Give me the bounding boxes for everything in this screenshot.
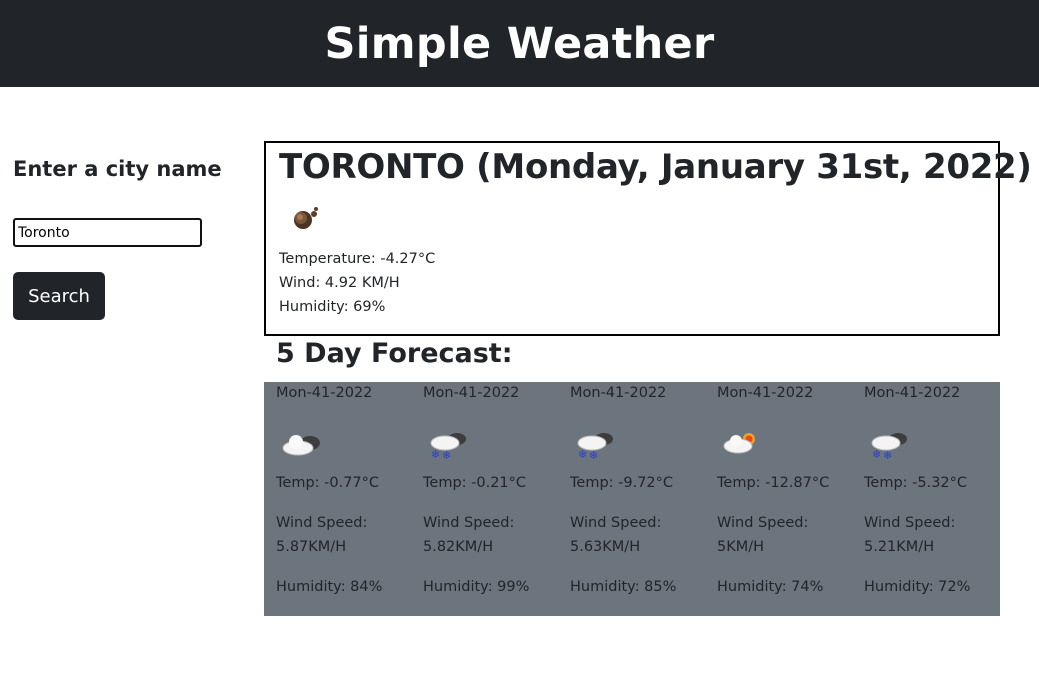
forecast-temp: Temp: -0.77°C: [276, 475, 380, 491]
svg-text:❄: ❄: [431, 448, 440, 460]
forecast-wind-label: Wind Speed:: [276, 515, 368, 531]
forecast-temp: Temp: -9.72°C: [570, 475, 674, 491]
forecast-wind-value: 5.82KM/H: [423, 539, 494, 555]
forecast-date: Mon-41-2022: [276, 385, 373, 401]
app-title: Simple Weather: [324, 18, 715, 69]
forecast-day-4: Mon-41-2022 Temp: -12.87°C Wind Speed: 5…: [717, 382, 864, 616]
forecast-date: Mon-41-2022: [864, 385, 961, 401]
forecast-date: Mon-41-2022: [717, 385, 814, 401]
forecast-wind-value: 5.21KM/H: [864, 539, 935, 555]
forecast-day-5: Mon-41-2022 ❄ ❄ Temp: -5.32°C Wind Speed…: [864, 382, 1011, 616]
forecast-day-1: Mon-41-2022 Temp: -0.77°C Wind Speed: 5.…: [276, 382, 423, 616]
app-header: Simple Weather: [0, 0, 1039, 87]
svg-text:❄: ❄: [883, 449, 892, 460]
cloudy-icon: [282, 435, 320, 456]
forecast-humidity: Humidity: 99%: [423, 579, 530, 595]
current-stats: Temperature: -4.27°C Wind: 4.92 KM/H Hum…: [279, 247, 435, 319]
current-city-title: TORONTO (Monday, January 31st, 2022): [279, 147, 1032, 187]
city-input[interactable]: [13, 218, 202, 247]
current-temperature: Temperature: -4.27°C: [279, 251, 436, 267]
search-button[interactable]: Search: [13, 272, 105, 320]
forecast-title: 5 Day Forecast:: [276, 338, 513, 369]
current-wind: Wind: 4.92 KM/H: [279, 275, 400, 291]
forecast-wind-label: Wind Speed:: [717, 515, 809, 531]
forecast-wind-value: 5.63KM/H: [570, 539, 641, 555]
snow-icon: ❄ ❄: [871, 433, 907, 460]
forecast-humidity: Humidity: 74%: [717, 579, 824, 595]
partly-sunny-icon: [723, 433, 755, 454]
forecast-date: Mon-41-2022: [570, 385, 667, 401]
svg-text:❄: ❄: [442, 449, 451, 460]
svg-text:❄: ❄: [872, 448, 881, 460]
forecast-humidity: Humidity: 85%: [570, 579, 677, 595]
search-label: Enter a city name: [13, 157, 222, 181]
forecast-wind-label: Wind Speed:: [423, 515, 515, 531]
forecast-strip: Mon-41-2022 Temp: -0.77°C Wind Speed: 5.…: [264, 382, 1000, 616]
snow-icon: ❄ ❄: [430, 433, 466, 460]
current-humidity: Humidity: 69%: [279, 299, 386, 315]
search-panel: Enter a city name Search: [13, 157, 233, 320]
forecast-day-3: Mon-41-2022 ❄ ❄ Temp: -9.72°C Wind Speed…: [570, 382, 717, 616]
current-weather-card: TORONTO (Monday, January 31st, 2022) Tem…: [264, 141, 1032, 336]
forecast-day-2: Mon-41-2022 ❄ ❄ Temp: -0.21°C Wind Speed…: [423, 382, 570, 616]
forecast-humidity: Humidity: 84%: [276, 579, 383, 595]
snow-icon: ❄ ❄: [577, 433, 613, 460]
forecast-wind-value: 5KM/H: [717, 539, 765, 555]
forecast-date: Mon-41-2022: [423, 385, 520, 401]
forecast-humidity: Humidity: 72%: [864, 579, 971, 595]
forecast-wind-label: Wind Speed:: [570, 515, 662, 531]
forecast-wind-value: 5.87KM/H: [276, 539, 347, 555]
forecast-wind-label: Wind Speed:: [864, 515, 956, 531]
night-cloud-icon: [294, 207, 318, 229]
svg-text:❄: ❄: [589, 449, 598, 460]
forecast-temp: Temp: -12.87°C: [717, 475, 830, 491]
svg-text:❄: ❄: [578, 448, 587, 460]
forecast-temp: Temp: -5.32°C: [864, 475, 968, 491]
forecast-temp: Temp: -0.21°C: [423, 475, 527, 491]
